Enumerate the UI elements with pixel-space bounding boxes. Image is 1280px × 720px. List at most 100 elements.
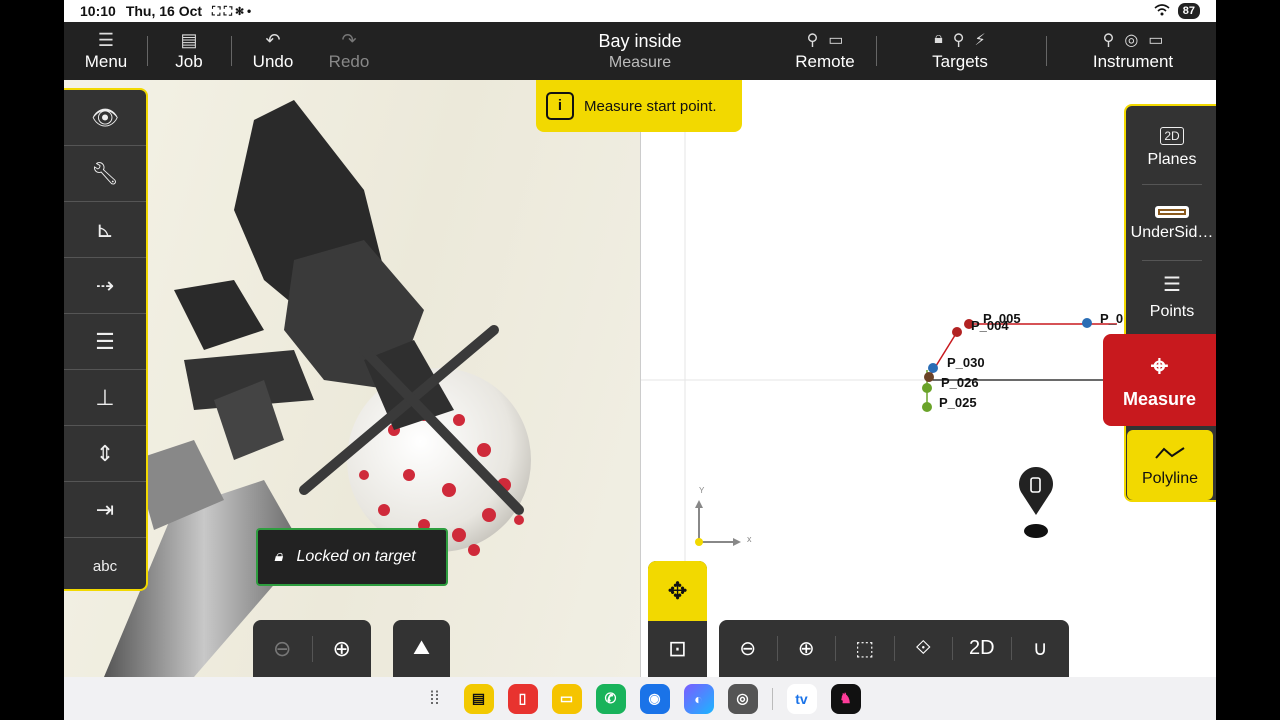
- orbit-icon: ✥: [667, 577, 688, 605]
- search-target-icon: ⚲: [952, 32, 965, 49]
- remote-button[interactable]: ⚲ ▭ Remote: [790, 22, 860, 80]
- targets-button[interactable]: 🔒︎ ⚲ ⚡︎ Targets: [920, 22, 1000, 80]
- map-point-label: P_025: [939, 395, 977, 410]
- status-time: 10:10: [80, 3, 116, 19]
- locked-on-target-badge: 🔒︎ Locked on target: [256, 528, 448, 586]
- trimble-app-icon[interactable]: ▤: [463, 683, 494, 714]
- job-button[interactable]: ▤ Job: [164, 22, 214, 80]
- divider: [147, 36, 148, 66]
- instrument-icon: ⚲: [1102, 32, 1115, 49]
- zoom-extent-button[interactable]: ⊡: [648, 621, 707, 677]
- axis-triad: x Y: [695, 486, 752, 546]
- map-point[interactable]: [922, 402, 932, 412]
- eye-gear-icon: 👁︎: [91, 104, 119, 130]
- top-bar: ☰ Menu ▤ Job ↶ Undo ↷ Redo Bay inside Me…: [64, 22, 1216, 80]
- axis-x-label: x: [747, 534, 752, 544]
- map-point[interactable]: [952, 327, 962, 337]
- layer-button[interactable]: UnderSid…: [1126, 190, 1216, 258]
- status-bar: 10:10 Thu, 16 Oct ⛶ ⛶ ✽ • 87: [64, 0, 1216, 22]
- zoom-window-button[interactable]: ⬚: [836, 636, 895, 661]
- planes-label: Planes: [1147, 151, 1197, 168]
- instrument-button[interactable]: ⚲ ◎ ▭ Instrument: [1088, 22, 1178, 80]
- instrument-marker[interactable]: [1019, 467, 1053, 538]
- camera-view[interactable]: [64, 80, 640, 677]
- measure-label: Measure: [1122, 388, 1197, 409]
- camera-zoom-out-button[interactable]: ⊖: [253, 635, 313, 662]
- elevation-button[interactable]: ⇕: [64, 426, 146, 482]
- menu-label: Menu: [84, 52, 128, 71]
- zoom-in-icon: ⊕: [797, 638, 815, 660]
- folder-app-icon[interactable]: ▭: [551, 683, 582, 714]
- horizontal-button[interactable]: ⇥: [64, 482, 146, 538]
- map-point-label: P_026: [941, 375, 979, 390]
- check-level-button[interactable]: ⊾: [64, 202, 146, 258]
- planes-button[interactable]: 2D Planes: [1126, 116, 1216, 180]
- gallery-app-icon[interactable]: ◐: [683, 683, 714, 714]
- camera-zoom-in-button[interactable]: ⊕: [313, 636, 372, 662]
- page-title: Bay inside Measure: [540, 22, 740, 80]
- messages-app-icon[interactable]: ◉: [639, 683, 670, 714]
- map-zoom-in-button[interactable]: ⊕: [778, 636, 836, 661]
- pan-button[interactable]: ⟐: [895, 637, 953, 660]
- dock-divider: [771, 687, 773, 710]
- camera-zoom-controls: ⊖ ⊕: [253, 620, 371, 677]
- target-icon: ◎: [1124, 32, 1139, 49]
- locked-text: Locked on target: [296, 548, 416, 565]
- measure-button[interactable]: ⌖ Measure: [1103, 334, 1216, 426]
- hint-banner: i Measure start point.: [536, 80, 742, 132]
- view-2d-button[interactable]: 2D: [953, 637, 1012, 660]
- divider: [1046, 36, 1047, 66]
- status-indicators: ⛶ ⛶ ✽ •: [212, 3, 252, 18]
- map-zoom-out-button[interactable]: ⊖: [719, 636, 778, 661]
- view-settings-button[interactable]: 👁︎: [64, 90, 146, 146]
- axis-y-label: Y: [699, 486, 705, 495]
- instrument-label: Instrument: [1092, 52, 1174, 71]
- pan-icon: ⟐: [915, 637, 932, 659]
- app-grid-icon[interactable]: ⁞⁞: [420, 688, 450, 709]
- map-point[interactable]: [1082, 318, 1092, 328]
- view-2d-icon: 2D: [968, 637, 995, 659]
- camera-app-icon[interactable]: ◎: [727, 683, 758, 714]
- undo-button[interactable]: ↶ Undo: [248, 22, 298, 80]
- redo-button[interactable]: ↷ Redo: [324, 22, 374, 80]
- height-distance-button[interactable]: ⊥: [64, 370, 146, 426]
- menu-button[interactable]: ☰ Menu: [78, 22, 134, 80]
- distance-button[interactable]: ⇢: [64, 258, 146, 314]
- info-icon: i: [546, 92, 574, 120]
- layer-swatch-icon: [1155, 206, 1189, 218]
- zoom-window-icon: ⬚: [855, 638, 875, 660]
- phone-app-icon[interactable]: ✆: [595, 683, 626, 714]
- job-icon: ▤: [180, 30, 198, 50]
- recent-app-icon[interactable]: ♞: [830, 683, 861, 714]
- tv-app-icon[interactable]: tv: [786, 683, 817, 714]
- map-point-label: P_004: [971, 318, 1009, 333]
- snap-button[interactable]: ∪: [1012, 636, 1070, 661]
- horizontal-icon: ⇥: [95, 496, 115, 522]
- map-point[interactable]: [928, 363, 938, 373]
- divider: [876, 36, 877, 66]
- map-point[interactable]: [924, 372, 934, 382]
- divider: [231, 36, 232, 66]
- elevation-icon: ⇕: [95, 440, 115, 466]
- lock-icon: 🔒︎: [934, 30, 943, 47]
- camera-snapshot-button[interactable]: ⛰︎: [393, 620, 450, 677]
- targets-label: Targets: [932, 52, 988, 71]
- battery-icon: ▭: [1148, 32, 1164, 49]
- zoom-out-icon: ⊖: [739, 638, 757, 660]
- divider: [1142, 184, 1202, 185]
- left-toolbar: 👁︎ 🔧︎ ⊾ ⇢ ☰ ⊥ ⇕ ⇥ abc: [64, 88, 148, 591]
- notes-app-icon[interactable]: ▯: [507, 683, 538, 714]
- points-button[interactable]: ☰ Points: [1126, 266, 1216, 326]
- map-point-extra[interactable]: [922, 383, 932, 393]
- polyline-button[interactable]: Polyline: [1127, 430, 1213, 500]
- pan-orbit-button[interactable]: ✥: [648, 561, 707, 621]
- job-title: Bay inside: [598, 30, 682, 51]
- list-icon: ☰: [1163, 273, 1181, 296]
- remote-label: Remote: [795, 52, 855, 71]
- image-icon: ⛰︎: [413, 637, 430, 659]
- search-list-button[interactable]: ☰: [64, 314, 146, 370]
- laser-icon: ⚡︎: [974, 32, 986, 49]
- tools-button[interactable]: 🔧︎: [64, 146, 146, 202]
- undo-label: Undo: [252, 52, 294, 71]
- text-label-button[interactable]: abc: [64, 538, 146, 594]
